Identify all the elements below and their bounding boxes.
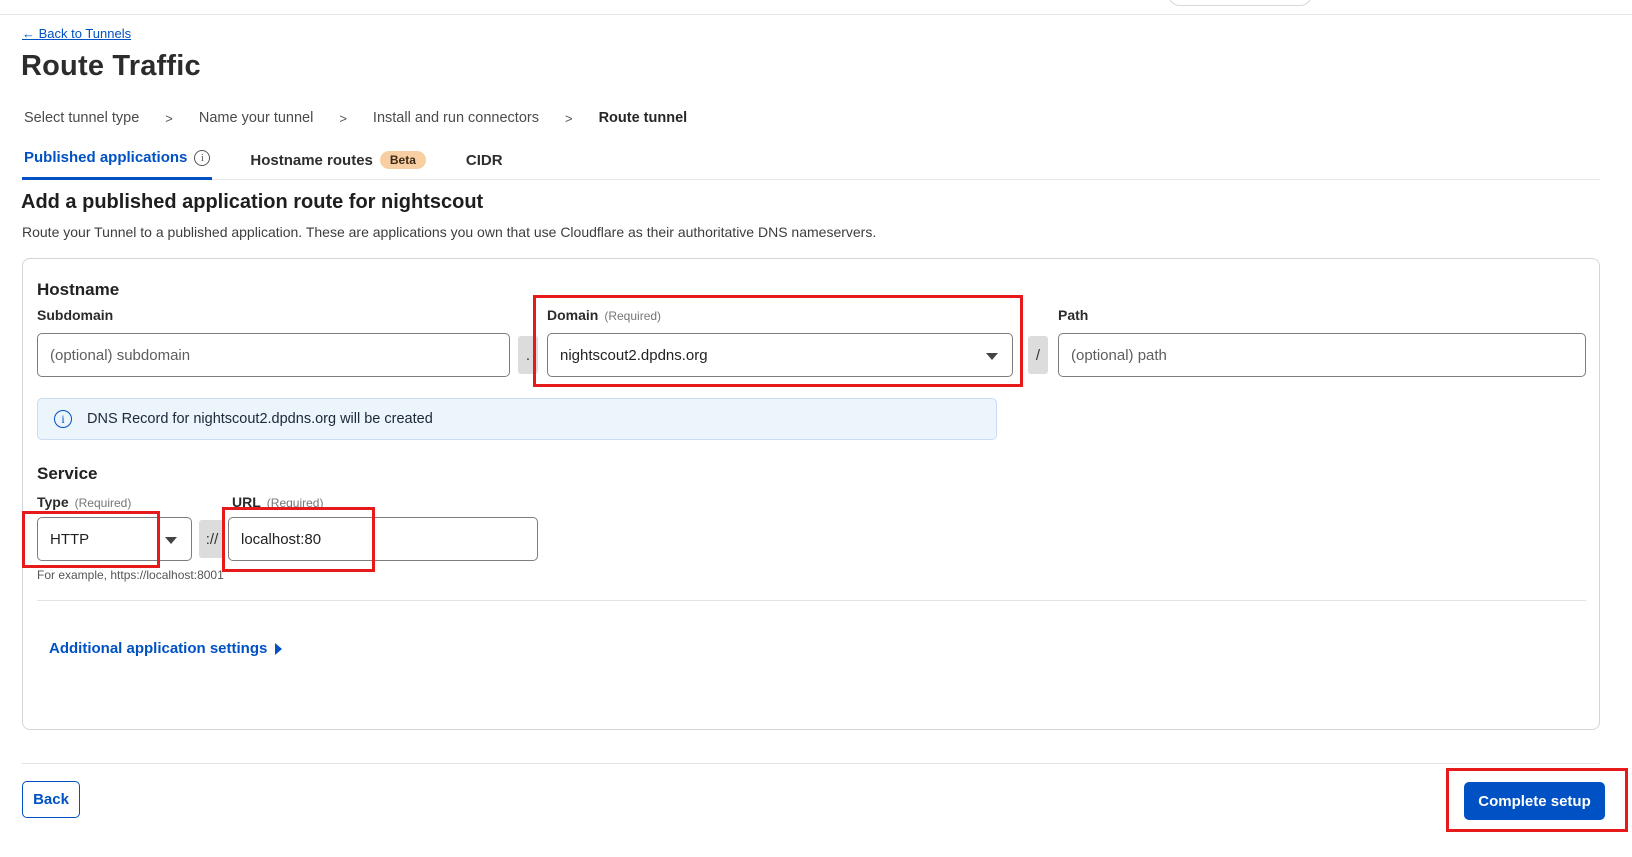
tab-published-applications[interactable]: Published applications	[22, 147, 212, 180]
service-url-input[interactable]	[228, 517, 538, 561]
breadcrumb-separator: >	[565, 111, 573, 126]
breadcrumb: Select tunnel type > Name your tunnel > …	[24, 110, 687, 126]
slash-separator: /	[1028, 336, 1048, 374]
tab-label: Published applications	[24, 149, 187, 166]
path-input[interactable]	[1058, 333, 1586, 377]
tab-hostname-routes[interactable]: Hostname routes Beta	[248, 149, 428, 180]
domain-select[interactable]: nightscout2.dpdns.org	[547, 333, 1013, 377]
chevron-down-icon	[165, 537, 177, 544]
breadcrumb-separator: >	[339, 111, 347, 126]
scheme-separator: ://	[199, 520, 225, 558]
page-title: Route Traffic	[21, 50, 201, 83]
header-divider	[0, 14, 1632, 15]
url-label: URL(Required)	[232, 494, 323, 510]
required-note: (Required)	[75, 496, 132, 510]
back-button[interactable]: Back	[22, 781, 80, 818]
breadcrumb-item-route-tunnel: Route tunnel	[599, 110, 688, 126]
service-heading: Service	[37, 464, 98, 484]
tab-label: Hostname routes	[250, 152, 373, 169]
service-type-value: HTTP	[50, 531, 89, 548]
complete-setup-button[interactable]: Complete setup	[1464, 782, 1605, 820]
info-icon[interactable]	[194, 150, 210, 166]
breadcrumb-separator: >	[165, 111, 173, 126]
additional-settings-label: Additional application settings	[49, 640, 267, 657]
tab-bar: Published applications Hostname routes B…	[22, 147, 1600, 180]
path-label: Path	[1058, 307, 1088, 323]
section-heading: Add a published application route for ni…	[21, 191, 483, 214]
hostname-heading: Hostname	[37, 280, 119, 300]
chevron-down-icon	[986, 353, 998, 360]
required-note: (Required)	[604, 309, 661, 323]
subdomain-label: Subdomain	[37, 307, 113, 323]
breadcrumb-item-install-connectors[interactable]: Install and run connectors	[373, 110, 539, 126]
url-example-hint: For example, https://localhost:8001	[37, 568, 224, 582]
footer-divider	[22, 763, 1600, 764]
breadcrumb-item-name-your-tunnel[interactable]: Name your tunnel	[199, 110, 313, 126]
beta-badge: Beta	[380, 151, 426, 169]
chevron-right-icon	[275, 643, 282, 655]
back-to-tunnels-link[interactable]: ← Back to Tunnels	[22, 26, 131, 41]
breadcrumb-item-select-tunnel-type[interactable]: Select tunnel type	[24, 110, 139, 126]
card-divider	[37, 600, 1586, 601]
dns-banner-text: DNS Record for nightscout2.dpdns.org wil…	[87, 411, 433, 427]
dot-separator: .	[518, 336, 538, 374]
dns-info-banner: DNS Record for nightscout2.dpdns.org wil…	[37, 398, 997, 440]
subdomain-input[interactable]	[37, 333, 510, 377]
additional-settings-link[interactable]: Additional application settings	[49, 640, 282, 657]
required-note: (Required)	[267, 496, 324, 510]
domain-label: Domain(Required)	[547, 307, 661, 323]
tab-label: CIDR	[466, 152, 503, 169]
service-type-select[interactable]: HTTP	[37, 517, 192, 561]
route-form-card: Hostname Subdomain . Domain(Required) ni…	[22, 258, 1600, 730]
tab-cidr[interactable]: CIDR	[464, 150, 505, 180]
section-description: Route your Tunnel to a published applica…	[22, 224, 876, 240]
info-icon	[54, 410, 72, 428]
domain-select-value: nightscout2.dpdns.org	[560, 347, 708, 364]
route-traffic-page: ← Back to Tunnels Route Traffic Select t…	[0, 0, 1632, 857]
top-partial-search-box	[1168, 0, 1312, 6]
type-label: Type(Required)	[37, 494, 131, 510]
